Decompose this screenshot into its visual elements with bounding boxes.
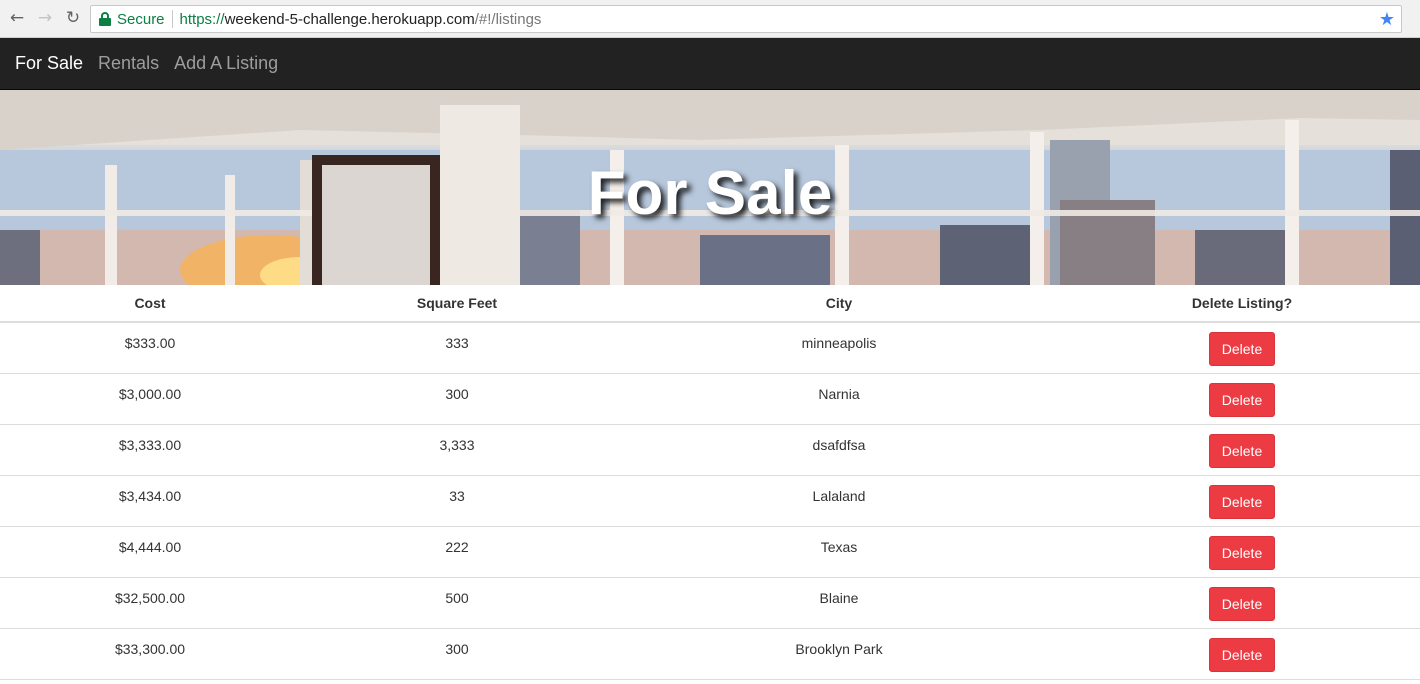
city-cell: Texas	[614, 526, 1064, 578]
action-cell: Delete	[1064, 373, 1420, 425]
back-icon[interactable]: ←	[7, 8, 27, 28]
nav-add-listing[interactable]: Add A Listing	[174, 53, 278, 74]
cost-cell: $4,444.00	[0, 526, 300, 578]
secure-label: Secure	[117, 10, 165, 28]
cost-cell: $33,300.00	[0, 628, 300, 680]
table-row: $33,300.00 300 Brooklyn Park Delete	[0, 628, 1420, 680]
browser-toolbar: ← → ↻ Secure https://weekend-5-challenge…	[0, 0, 1420, 38]
action-cell: Delete	[1064, 322, 1420, 374]
header-square-feet: Square Feet	[300, 285, 614, 323]
delete-button[interactable]: Delete	[1209, 382, 1275, 417]
sqft-cell: 333	[300, 322, 614, 374]
cost-cell: $333.00	[0, 322, 300, 374]
cost-cell: $3,000.00	[0, 373, 300, 425]
url-scheme: https://	[179, 10, 225, 28]
action-cell: Delete	[1064, 475, 1420, 527]
star-icon[interactable]: ★	[1379, 9, 1395, 30]
table-row: $32,500.00 500 Blaine Delete	[0, 577, 1420, 629]
delete-button[interactable]: Delete	[1209, 637, 1275, 672]
hero-banner: For Sale	[0, 90, 1420, 285]
sqft-cell: 33	[300, 475, 614, 527]
omnibox-separator	[171, 10, 173, 28]
cost-cell: $32,500.00	[0, 577, 300, 629]
sqft-cell: 300	[300, 628, 614, 680]
action-cell: Delete	[1064, 577, 1420, 629]
listings-table: Cost Square Feet City Delete Listing? $3…	[0, 285, 1420, 680]
table-row: $4,444.00 222 Texas Delete	[0, 526, 1420, 578]
table-row: $333.00 333 minneapolis Delete	[0, 322, 1420, 374]
action-cell: Delete	[1064, 424, 1420, 476]
action-cell: Delete	[1064, 628, 1420, 680]
city-cell: Brooklyn Park	[614, 628, 1064, 680]
sqft-cell: 500	[300, 577, 614, 629]
city-cell: Narnia	[614, 373, 1064, 425]
url-host: weekend-5-challenge.herokuapp.com	[224, 10, 475, 28]
url-path: /#!/listings	[474, 10, 542, 28]
header-city: City	[614, 285, 1064, 323]
site-navbar: For Sale Rentals Add A Listing	[0, 38, 1420, 90]
delete-button[interactable]: Delete	[1209, 332, 1275, 366]
table-header-row: Cost Square Feet City Delete Listing?	[0, 285, 1420, 323]
sqft-cell: 3,333	[300, 424, 614, 476]
city-cell: Lalaland	[614, 475, 1064, 527]
delete-button[interactable]: Delete	[1209, 433, 1275, 468]
cost-cell: $3,434.00	[0, 475, 300, 527]
nav-rentals[interactable]: Rentals	[98, 53, 159, 74]
delete-button[interactable]: Delete	[1209, 586, 1275, 621]
header-cost: Cost	[0, 285, 300, 323]
delete-button[interactable]: Delete	[1209, 484, 1275, 519]
header-delete-listing: Delete Listing?	[1064, 285, 1420, 323]
table-row: $3,333.00 3,333 dsafdfsa Delete	[0, 424, 1420, 476]
forward-icon[interactable]: →	[35, 8, 55, 28]
lock-icon	[99, 12, 111, 26]
table-row: $3,000.00 300 Narnia Delete	[0, 373, 1420, 425]
delete-button[interactable]: Delete	[1209, 535, 1275, 570]
sqft-cell: 300	[300, 373, 614, 425]
city-cell: minneapolis	[614, 322, 1064, 374]
table-row: $3,434.00 33 Lalaland Delete	[0, 475, 1420, 527]
address-bar[interactable]: Secure https://weekend-5-challenge.herok…	[90, 5, 1402, 33]
action-cell: Delete	[1064, 526, 1420, 578]
page-title: For Sale	[587, 159, 833, 228]
sqft-cell: 222	[300, 526, 614, 578]
nav-for-sale[interactable]: For Sale	[15, 53, 83, 74]
reload-icon[interactable]: ↻	[63, 8, 83, 28]
cost-cell: $3,333.00	[0, 424, 300, 476]
city-cell: Blaine	[614, 577, 1064, 629]
city-cell: dsafdfsa	[614, 424, 1064, 476]
